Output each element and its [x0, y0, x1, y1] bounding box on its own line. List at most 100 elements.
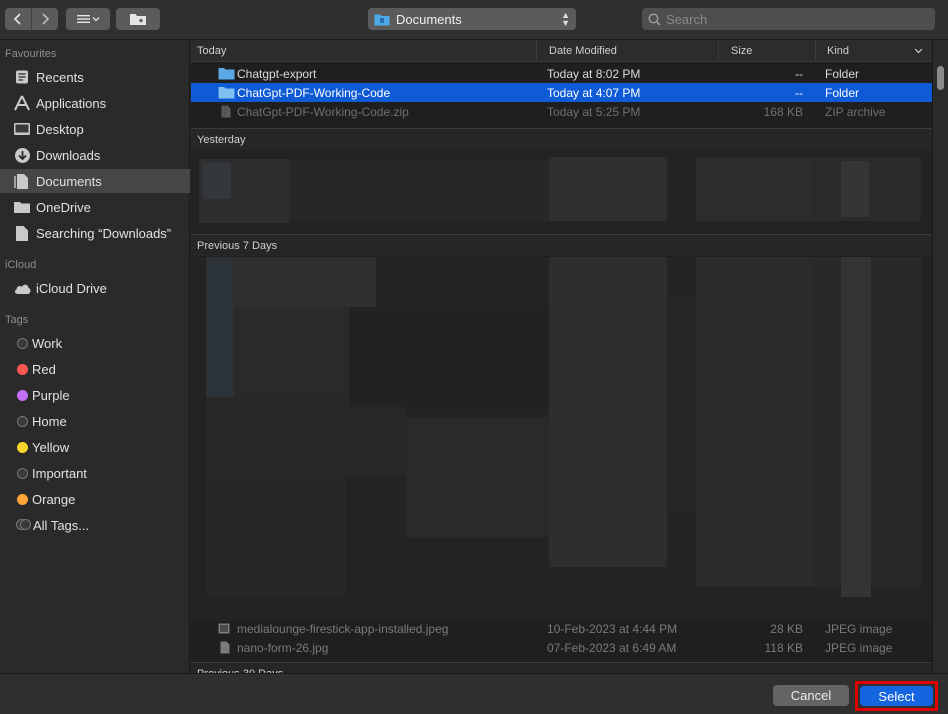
toolbar: Documents ▲ ▼ [0, 0, 948, 40]
column-header: Today Date Modified Size Kind [191, 40, 932, 62]
file-row-selected[interactable]: ChatGpt-PDF-Working-Code Today at 4:07 P… [191, 83, 932, 102]
column-date-modified[interactable]: Date Modified [537, 40, 719, 62]
sidebar-item-documents[interactable]: Documents [0, 169, 190, 193]
sidebar-item-downloads[interactable]: Downloads [0, 143, 190, 167]
folder-icon [218, 87, 235, 99]
file-name: ChatGpt-PDF-Working-Code [237, 85, 391, 100]
file-date: 07-Feb-2023 at 6:49 AM [547, 640, 677, 655]
document-icon [12, 224, 32, 242]
column-size[interactable]: Size [719, 40, 816, 62]
sidebar-tag-red[interactable]: Red [0, 357, 190, 381]
file-list: Today Date Modified Size Kind Chatgpt-ex… [191, 40, 932, 673]
file-size: 118 KB [764, 640, 803, 655]
tag-dot-icon [17, 467, 28, 479]
image-file-icon [218, 623, 230, 634]
sidebar-item-label: OneDrive [36, 199, 91, 215]
sidebar-item-label: Downloads [36, 147, 101, 163]
file-kind: ZIP archive [825, 104, 886, 119]
tag-label: Purple [32, 387, 70, 403]
tag-label: Yellow [32, 439, 70, 455]
tag-dot-icon [17, 337, 28, 349]
sidebar-item-searching-downloads[interactable]: Searching “Downloads” [0, 221, 190, 245]
column-name[interactable]: Today [191, 40, 537, 62]
sidebar-item-label: iCloud Drive [36, 280, 107, 296]
downloads-icon [12, 146, 32, 164]
tag-dot-icon [17, 441, 28, 453]
applications-icon [12, 94, 32, 112]
sidebar-item-applications[interactable]: Applications [0, 91, 190, 115]
chevron-right-icon [42, 13, 49, 25]
scrollbar-thumb[interactable] [937, 66, 944, 90]
all-tags-icon [16, 519, 31, 531]
file-picker-dialog: Documents ▲▼ Favourites Recents Applicat… [0, 0, 948, 714]
file-date: Today at 5:25 PM [547, 104, 641, 119]
search-field[interactable] [642, 8, 935, 30]
file-size: -- [795, 66, 803, 81]
folder-icon [12, 198, 32, 216]
select-button-highlight: Select [855, 681, 938, 711]
up-down-chevron-icon: ▲ ▼ [561, 10, 570, 28]
favourites-header: Favourites [5, 48, 57, 60]
file-name: medialounge-firestick-app-installed.jpeg [237, 621, 449, 636]
group-header-yesterday: Yesterday [191, 128, 932, 150]
cancel-button[interactable]: Cancel [773, 685, 849, 706]
location-dropdown[interactable]: Documents ▲ ▼ [368, 8, 576, 30]
sidebar-item-recents[interactable]: Recents [0, 65, 190, 89]
forward-button[interactable] [32, 8, 58, 30]
sidebar-tag-yellow[interactable]: Yellow [0, 435, 190, 459]
sidebar: Favourites Recents Applications Desktop … [0, 40, 190, 673]
file-kind: JPEG image [825, 621, 893, 636]
group-header-previous-7-days: Previous 7 Days [191, 234, 932, 256]
redacted-region [191, 257, 932, 621]
tag-label: Important [32, 465, 87, 481]
file-date: 10-Feb-2023 at 4:44 PM [547, 621, 678, 636]
tag-dot-icon [17, 363, 28, 375]
folder-icon [218, 68, 235, 80]
vertical-scrollbar[interactable] [932, 40, 948, 673]
tag-label: Orange [32, 491, 76, 507]
sidebar-item-icloud-drive[interactable]: iCloud Drive [0, 276, 190, 300]
sidebar-item-label: Applications [36, 95, 107, 111]
file-row[interactable]: nano-form-26.jpg 07-Feb-2023 at 6:49 AM … [191, 638, 932, 657]
column-kind[interactable]: Kind [816, 40, 932, 62]
sidebar-all-tags[interactable]: All Tags... [0, 513, 190, 537]
desktop-icon [12, 120, 32, 138]
file-date: Today at 8:02 PM [547, 66, 641, 81]
sidebar-tag-work[interactable]: Work [0, 331, 190, 355]
chevron-down-icon [914, 48, 923, 54]
sidebar-item-label: Recents [36, 69, 84, 85]
sidebar-tag-important[interactable]: Important [0, 461, 190, 485]
tag-label: Home [32, 413, 67, 429]
list-view-icon [77, 15, 100, 23]
file-size: 168 KB [763, 104, 803, 119]
file-row[interactable]: Chatgpt-export Today at 8:02 PM -- Folde… [191, 64, 932, 83]
sidebar-tag-purple[interactable]: Purple [0, 383, 190, 407]
sidebar-item-label: Documents [36, 173, 102, 189]
view-options-button[interactable] [66, 8, 110, 30]
dialog-footer: Cancel Select [0, 673, 948, 714]
file-row: ChatGpt-PDF-Working-Code.zip Today at 5:… [191, 102, 932, 121]
tag-dot-icon [17, 415, 28, 427]
search-icon [648, 12, 661, 26]
file-row[interactable]: medialounge-firestick-app-installed.jpeg… [191, 619, 932, 638]
search-input[interactable] [666, 11, 916, 27]
sidebar-item-onedrive[interactable]: OneDrive [0, 195, 190, 219]
sidebar-tag-orange[interactable]: Orange [0, 487, 190, 511]
file-name: nano-form-26.jpg [237, 640, 329, 655]
zip-file-icon [221, 105, 231, 118]
sidebar-item-label: Searching “Downloads” [36, 225, 172, 241]
icloud-header: iCloud [5, 259, 37, 271]
file-name: ChatGpt-PDF-Working-Code.zip [237, 104, 409, 119]
file-size: 28 KB [770, 621, 803, 636]
image-file-icon [220, 641, 230, 654]
sidebar-tag-home[interactable]: Home [0, 409, 190, 433]
back-button[interactable] [5, 8, 31, 30]
new-folder-button[interactable] [116, 8, 160, 30]
file-size: -- [795, 85, 803, 100]
file-kind: Folder [825, 85, 860, 100]
sidebar-item-desktop[interactable]: Desktop [0, 117, 190, 141]
tag-dot-icon [17, 493, 28, 505]
file-date: Today at 4:07 PM [547, 85, 641, 100]
select-button[interactable]: Select [860, 686, 933, 706]
tag-label: Work [32, 335, 63, 351]
